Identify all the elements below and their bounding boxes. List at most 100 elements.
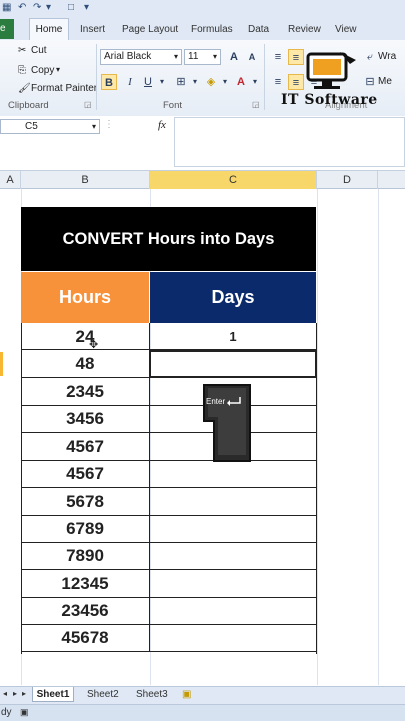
table-row: 5678 (21, 488, 316, 516)
hours-cell[interactable]: 6789 (21, 515, 150, 542)
table-title[interactable]: CONVERT Hours into Days (21, 207, 316, 271)
format-painter-button[interactable]: Format Painter (31, 83, 97, 94)
align-left-icon[interactable]: ≡ (270, 74, 286, 90)
column-header-d[interactable]: D (317, 171, 378, 189)
chevron-down-icon: ▾ (91, 122, 96, 131)
cursor-icon: ✥ (89, 339, 99, 351)
first-sheet-icon[interactable]: ◂ (3, 689, 7, 698)
tab-page-layout[interactable]: Page Layout (122, 24, 178, 35)
redo-icon[interactable]: ↷ (33, 2, 41, 13)
days-cell[interactable] (150, 624, 316, 651)
days-cell[interactable] (150, 488, 316, 515)
tab-insert[interactable]: Insert (80, 24, 105, 35)
days-cell[interactable] (150, 515, 316, 542)
cut-button[interactable]: Cut (31, 45, 47, 56)
table-row: 4567 (21, 460, 316, 488)
active-cell-c5[interactable] (149, 350, 317, 378)
hours-cell[interactable]: 2345 (21, 378, 150, 405)
merge-icon[interactable]: ⊟ (362, 74, 378, 90)
days-cell[interactable]: 1 (150, 323, 316, 349)
tab-file[interactable]: e (0, 19, 14, 39)
days-cell[interactable] (150, 460, 316, 487)
hours-cell[interactable]: 23456 (21, 597, 150, 624)
font-group-label: Font (163, 100, 183, 111)
grow-font-button[interactable]: A (226, 49, 242, 65)
hours-cell[interactable]: 3456 (21, 405, 150, 432)
name-box-value: C5 (25, 121, 38, 132)
hours-cell[interactable]: 24 (21, 323, 150, 349)
hours-cell[interactable]: 5678 (21, 488, 150, 515)
table-row: 12345 (21, 570, 316, 598)
separator (96, 44, 97, 110)
chevron-down-icon[interactable]: ▾ (187, 74, 203, 90)
excel-app-icon: ▦ (2, 2, 12, 13)
sheet-tab-3[interactable]: Sheet3 (136, 689, 168, 700)
days-cell[interactable] (150, 542, 316, 569)
days-cell[interactable] (150, 570, 316, 597)
dialog-launcher-icon[interactable]: ◲ (84, 100, 92, 109)
align-top-icon[interactable]: ≡ (270, 49, 286, 65)
chevron-down-icon[interactable]: ▾ (247, 74, 263, 90)
column-header-b[interactable]: B (21, 171, 150, 189)
shrink-font-button[interactable]: A (244, 49, 260, 65)
font-size-value: 11 (188, 51, 199, 62)
enter-key-icon: Enter (203, 384, 251, 462)
bold-button[interactable]: B (101, 74, 117, 90)
next-sheet-icon[interactable]: ▸ (13, 689, 17, 698)
hours-cell[interactable]: 4567 (21, 433, 150, 460)
copy-button[interactable]: Copy (31, 65, 54, 76)
quick-access-toolbar: ▦ ↶ ↷ ▾ □ ▾ (0, 0, 405, 19)
scissors-icon: ✂ (18, 45, 27, 56)
dropdown-icon[interactable]: ▾ (46, 2, 51, 13)
column-header-c[interactable]: C (150, 171, 317, 189)
new-document-icon[interactable]: □ (68, 2, 74, 13)
chevron-down-icon[interactable]: ▾ (154, 74, 170, 90)
hours-cell[interactable]: 4567 (21, 460, 150, 487)
font-name-value: Arial Black (104, 51, 152, 62)
hours-cell[interactable]: 48 (21, 350, 150, 377)
chevron-down-icon: ▾ (173, 52, 178, 61)
enter-key-label: Enter (206, 397, 225, 406)
separator (264, 44, 265, 110)
name-box[interactable]: C5 ▾ (0, 119, 100, 134)
formula-input[interactable] (174, 117, 405, 167)
copy-icon: ⎘ (18, 65, 26, 76)
wrap-text-icon[interactable]: ⤶ (362, 49, 378, 65)
hours-cell[interactable]: 45678 (21, 624, 150, 651)
tab-data[interactable]: Data (248, 24, 269, 35)
copy-dropdown-icon[interactable]: ▾ (56, 65, 60, 74)
hours-cell[interactable]: 7890 (21, 542, 150, 569)
days-cell[interactable] (150, 597, 316, 624)
merge-center-button[interactable]: Me (378, 76, 392, 87)
font-size-select[interactable]: 11 ▾ (184, 49, 221, 65)
formula-separator-icon: ⋮ (104, 119, 114, 130)
gridline (317, 189, 318, 685)
tab-view[interactable]: View (335, 24, 357, 35)
dialog-launcher-icon[interactable]: ◲ (252, 100, 260, 109)
table-row: 3456 (21, 405, 316, 433)
header-hours[interactable]: Hours (21, 272, 149, 323)
tab-review[interactable]: Review (288, 24, 321, 35)
undo-icon[interactable]: ↶ (18, 2, 26, 13)
clipboard-group-label: Clipboard (8, 100, 49, 111)
last-sheet-icon[interactable]: ▸ (22, 689, 26, 698)
table-row: 4567 (21, 433, 316, 461)
hours-cell[interactable]: 12345 (21, 570, 150, 597)
chevron-down-icon[interactable]: ▾ (217, 74, 233, 90)
sheet-tab-1[interactable]: Sheet1 (32, 687, 74, 702)
tab-home[interactable]: Home (29, 18, 69, 40)
gridline (378, 189, 379, 685)
font-name-select[interactable]: Arial Black ▾ (100, 49, 182, 65)
customize-qat-icon[interactable]: ▾ (84, 2, 89, 13)
wrap-text-button[interactable]: Wra (378, 51, 396, 62)
insert-function-button[interactable]: fx (158, 119, 166, 131)
column-header-a[interactable]: A (0, 171, 21, 189)
insert-sheet-icon[interactable]: ▣ (182, 689, 191, 700)
chevron-down-icon: ▾ (212, 52, 217, 61)
tab-formulas[interactable]: Formulas (191, 24, 233, 35)
italic-button[interactable]: I (122, 74, 138, 90)
table-row: 24 1 (21, 323, 316, 350)
macro-record-icon[interactable]: ▣ (20, 705, 29, 720)
sheet-tab-2[interactable]: Sheet2 (87, 689, 119, 700)
header-days[interactable]: Days (150, 272, 316, 323)
